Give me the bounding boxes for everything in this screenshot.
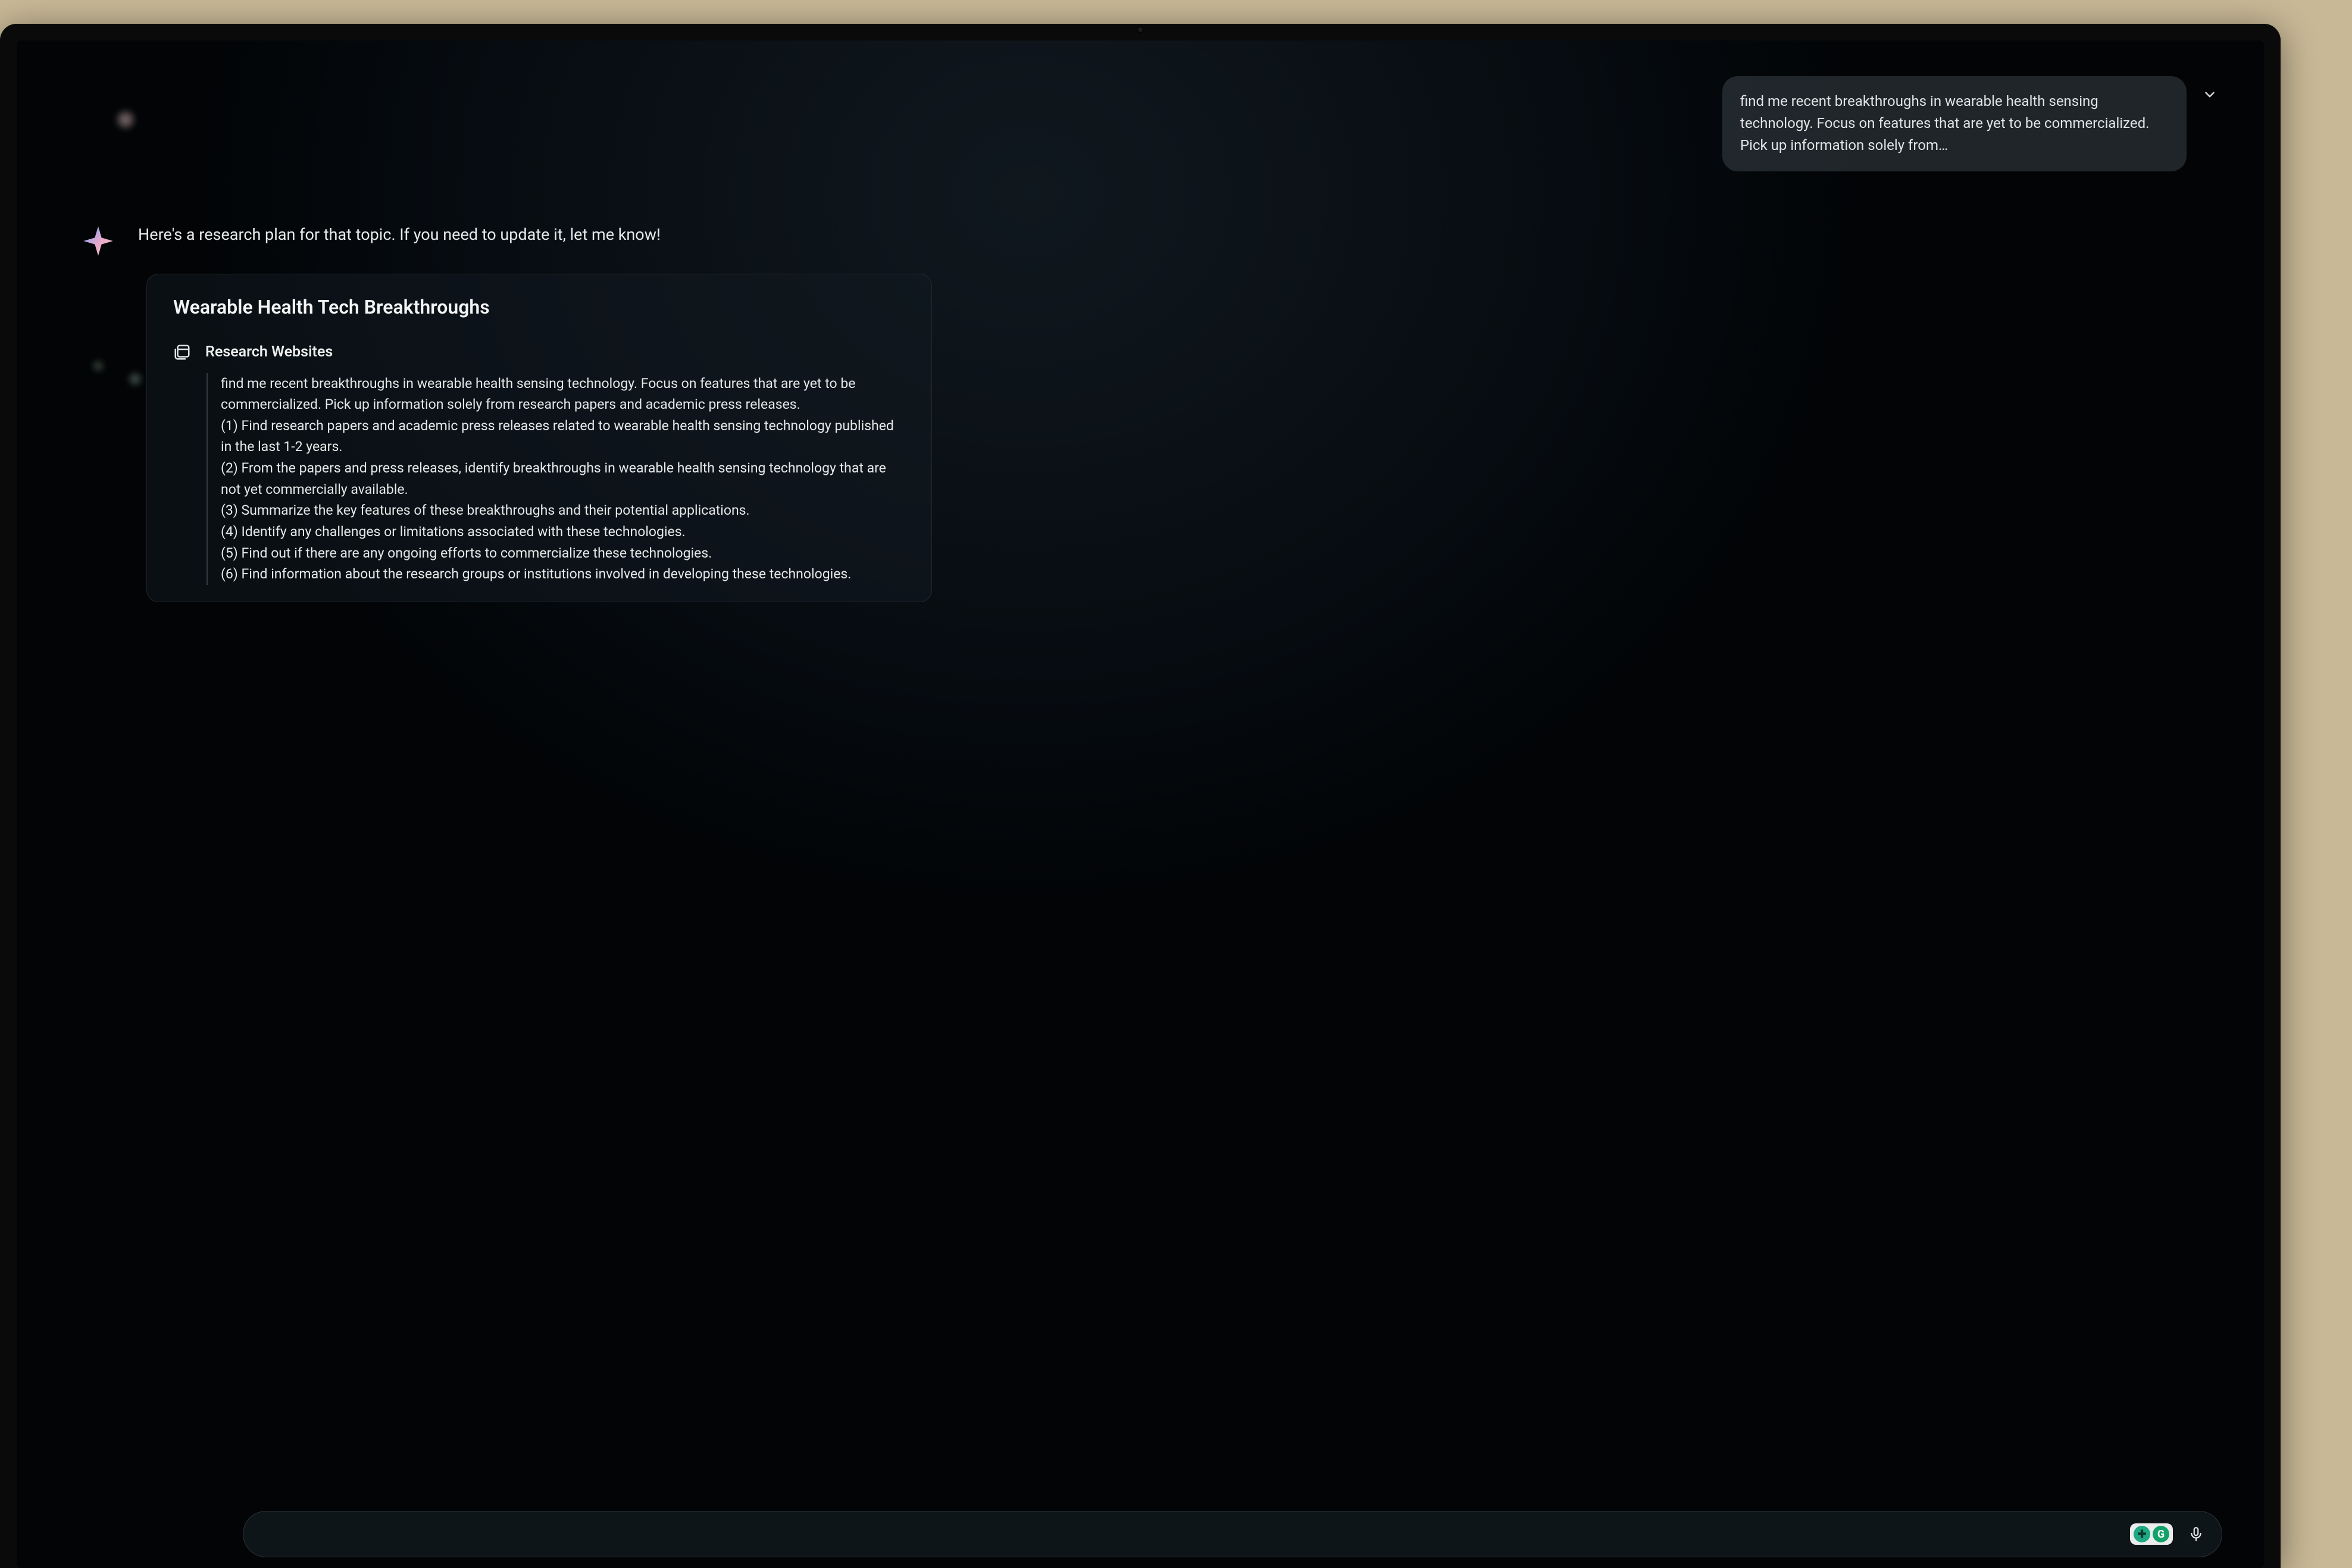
laptop-frame: find me recent breakthroughs in wearable… (0, 24, 2281, 1568)
assistant-response: Here's a research plan for that topic. I… (82, 225, 2222, 602)
chevron-down-icon[interactable] (2202, 87, 2217, 109)
browser-stack-icon (173, 343, 191, 364)
plan-section-body: find me recent breakthroughs in wearable… (207, 373, 905, 585)
extension-badges[interactable]: ✚ G (2130, 1523, 2173, 1545)
camera-dot (1138, 27, 1143, 32)
research-plan-card[interactable]: Wearable Health Tech Breakthroughs Resea… (146, 274, 932, 602)
badge-plus-icon[interactable]: ✚ (2134, 1526, 2150, 1542)
assistant-intro-text: Here's a research plan for that topic. I… (138, 225, 2222, 244)
assistant-body: Here's a research plan for that topic. I… (138, 225, 2222, 602)
plan-section-title: Research Websites (205, 343, 333, 361)
chat-screen: find me recent breakthroughs in wearable… (17, 40, 2264, 1568)
badge-grammarly-icon[interactable]: G (2153, 1526, 2169, 1542)
plan-body-text: find me recent breakthroughs in wearable… (221, 373, 905, 585)
input-bar[interactable]: ✚ G (243, 1511, 2222, 1557)
spark-icon (82, 225, 114, 257)
user-message-text: find me recent breakthroughs in wearable… (1740, 93, 2149, 154)
plan-title: Wearable Health Tech Breakthroughs (173, 296, 905, 318)
plan-section-header: Research Websites (173, 343, 905, 364)
user-message-bubble[interactable]: find me recent breakthroughs in wearable… (1722, 76, 2187, 171)
microphone-icon[interactable] (2188, 1526, 2204, 1542)
user-message-row: find me recent breakthroughs in wearable… (82, 76, 2187, 171)
